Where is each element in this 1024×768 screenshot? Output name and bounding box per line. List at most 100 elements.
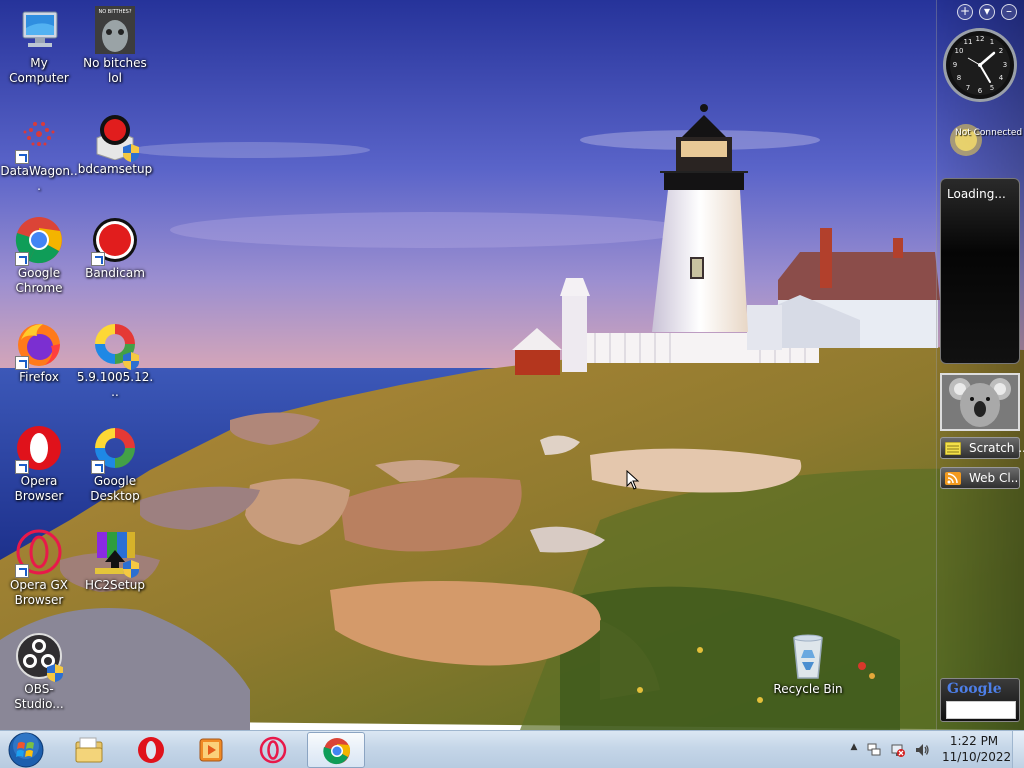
desktop-icon-hc2setup[interactable]: HC2Setup xyxy=(76,528,154,593)
gadget-minimize-button[interactable]: – xyxy=(1001,4,1017,20)
uac-shield-icon xyxy=(123,352,139,370)
desktop-icon-recycle-bin[interactable]: Recycle Bin xyxy=(768,632,848,697)
installer-icon xyxy=(91,112,139,162)
taskbar-media-player-button[interactable] xyxy=(182,732,240,768)
koala-photo xyxy=(942,375,1018,429)
mouse-cursor-icon xyxy=(626,470,640,490)
add-gadget-button[interactable]: + xyxy=(957,4,973,20)
desktop-icon-google-installer[interactable]: 5.9.1005.12... xyxy=(76,320,154,400)
google-logo: Google xyxy=(947,681,1002,697)
google-logo-text: Google xyxy=(947,681,1002,697)
desktop-icon-firefox[interactable]: Firefox xyxy=(0,320,78,385)
feed-headlines-gadget[interactable]: Loading... xyxy=(940,178,1020,364)
taskbar-clock-date[interactable]: 11/10/2022 xyxy=(942,750,1011,764)
taskbar-opera-button[interactable] xyxy=(122,732,180,768)
show-hidden-icons-button[interactable]: ▲ xyxy=(846,742,862,758)
gadget-scroll-down-button[interactable]: ▾ xyxy=(979,4,995,20)
opera-gx-icon xyxy=(15,528,63,578)
opera-icon xyxy=(138,737,164,763)
weather-gadget[interactable]: Not Connected xyxy=(942,118,1022,162)
uac-shield-icon xyxy=(123,144,139,162)
desktop-icon-google-chrome[interactable]: Google Chrome xyxy=(0,216,78,296)
opera-icon xyxy=(15,424,63,474)
desktop-icon-bandicam[interactable]: Bandicam xyxy=(76,216,154,281)
thumbnail-caption: NO BITTHES? xyxy=(99,9,132,15)
clock-number: 11 xyxy=(964,38,973,46)
desktop-icon-label: Google Desktop xyxy=(90,474,140,503)
google-desktop-swirl-icon xyxy=(91,320,139,370)
clock-number: 8 xyxy=(957,74,961,82)
desktop-icon-label: My Computer xyxy=(9,56,69,85)
notification-area: ▲ 1:22 PM 11/10/2022 xyxy=(844,731,1024,768)
desktop-icon-label: Firefox xyxy=(19,370,59,384)
shortcut-arrow-icon xyxy=(15,564,29,578)
computer-icon xyxy=(15,6,63,54)
scratch-pad-gadget[interactable]: Scratch .. xyxy=(940,437,1024,459)
clock-number: 3 xyxy=(1003,61,1007,69)
desktop-icon-label: bdcamsetup xyxy=(77,162,153,176)
google-search-input[interactable] xyxy=(946,701,1016,719)
desktop-icon-google-desktop[interactable]: Google Desktop xyxy=(76,424,154,504)
firefox-icon xyxy=(15,320,63,370)
desktop-icon-my-computer[interactable]: My Computer xyxy=(0,6,78,86)
clock-number: 9 xyxy=(953,61,957,69)
scratch-pad-label: Scratch .. xyxy=(969,441,1024,455)
taskbar-explorer-button[interactable] xyxy=(60,732,118,768)
media-player-icon xyxy=(199,738,223,762)
slideshow-gadget[interactable] xyxy=(940,373,1020,431)
desktop-icon-label: 5.9.1005.12... xyxy=(76,370,154,399)
clock-number: 1 xyxy=(990,38,994,46)
clock-number: 10 xyxy=(955,47,964,55)
desktop-icon-label: Google Chrome xyxy=(15,266,63,295)
windows-orb-icon xyxy=(8,732,44,768)
start-button[interactable] xyxy=(6,732,46,768)
clock-number: 5 xyxy=(990,84,994,92)
desktop-icon-label: OBS-Studio... xyxy=(14,682,64,711)
desktop-icon-label: HC2Setup xyxy=(85,578,145,592)
desktop-icon-no-bitches-lol[interactable]: NO BITTHES? No bitches lol xyxy=(76,6,154,86)
taskbar: ▲ 1:22 PM 11/10/2022 xyxy=(0,730,1024,768)
google-search-gadget: Google xyxy=(940,678,1020,722)
chrome-icon xyxy=(15,216,63,266)
taskbar-chrome-button[interactable] xyxy=(307,732,365,768)
clock-number: 2 xyxy=(999,47,1003,55)
desktop-icon-label: Opera GX Browser xyxy=(9,578,69,607)
uac-shield-icon xyxy=(47,664,63,682)
shortcut-arrow-icon xyxy=(15,252,29,266)
weather-status: Not Connected xyxy=(955,128,1023,138)
google-desktop-swirl-icon xyxy=(91,424,139,474)
action-center-flag-icon[interactable] xyxy=(866,742,882,758)
desktop-icon-label: Bandicam xyxy=(85,266,145,280)
desktop-icon-label: Recycle Bin xyxy=(773,682,843,696)
winrar-installer-icon xyxy=(91,528,139,578)
taskbar-opera-gx-button[interactable] xyxy=(244,732,302,768)
feed-loading-text: Loading... xyxy=(947,187,1006,201)
clock-number: 4 xyxy=(999,74,1004,82)
recycle-bin-icon xyxy=(784,632,832,680)
shortcut-arrow-icon xyxy=(15,460,29,474)
desktop-icon-obs-studio[interactable]: OBS-Studio... xyxy=(0,632,78,712)
sun-icon xyxy=(950,124,982,156)
chrome-icon xyxy=(323,738,351,765)
clock-number: 7 xyxy=(966,84,970,92)
desktop-icon-opera-gx-browser[interactable]: Opera GX Browser xyxy=(0,528,78,608)
clock-gadget[interactable]: 12 1 2 3 4 5 6 7 8 9 10 11 xyxy=(942,26,1018,104)
desktop-icon-bdcamsetup[interactable]: bdcamsetup xyxy=(76,112,154,177)
desktop-icon-datawagon[interactable]: DataWagon... xyxy=(0,114,78,194)
network-disconnected-icon[interactable] xyxy=(890,742,906,758)
shortcut-arrow-icon xyxy=(91,460,105,474)
web-clip-gadget[interactable]: Web Cl.. xyxy=(940,467,1020,489)
desktop-icon-label: DataWagon... xyxy=(0,164,78,193)
web-clip-label: Web Cl.. xyxy=(969,471,1019,485)
show-desktop-button[interactable] xyxy=(1012,731,1024,768)
desktop-icon-label: No bitches lol xyxy=(83,56,147,85)
rss-feed-icon xyxy=(945,472,961,485)
desktop-icon-label: Opera Browser xyxy=(14,474,64,503)
notepad-icon xyxy=(945,442,961,455)
taskbar-clock-time[interactable]: 1:22 PM xyxy=(942,734,1006,748)
volume-icon[interactable] xyxy=(914,742,930,758)
clock-number: 12 xyxy=(976,35,985,43)
gadget-sidebar xyxy=(936,0,1024,730)
shortcut-arrow-icon xyxy=(15,150,29,164)
desktop-icon-opera-browser[interactable]: Opera Browser xyxy=(0,424,78,504)
